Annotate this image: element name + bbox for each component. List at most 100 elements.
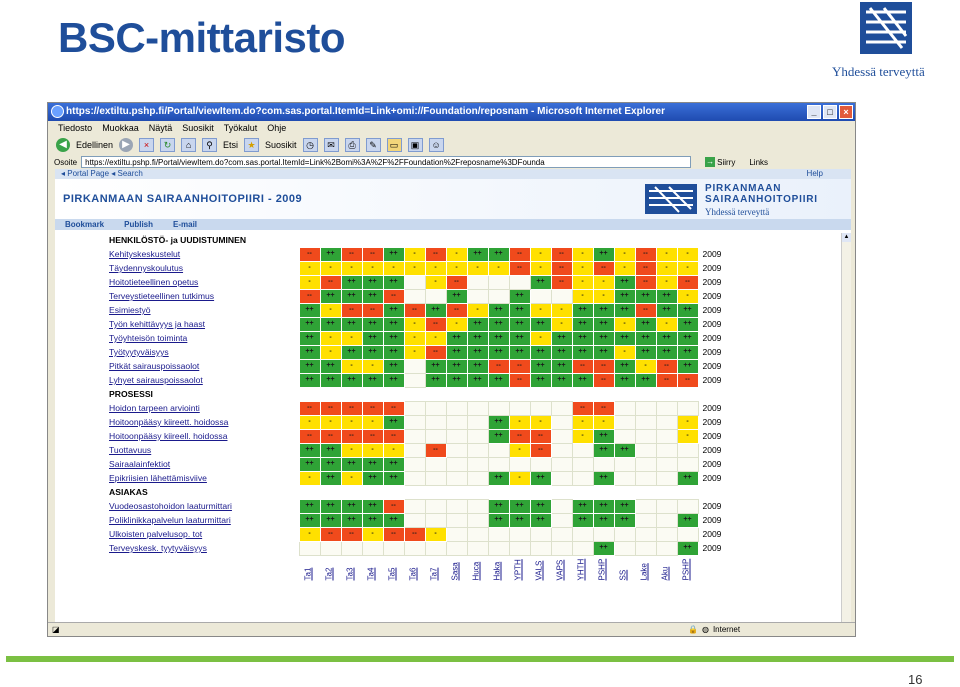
status-cell[interactable]: ++ — [320, 247, 341, 261]
status-cell[interactable] — [404, 289, 425, 303]
status-cell[interactable]: ++ — [593, 247, 614, 261]
status-cell[interactable] — [446, 499, 467, 513]
status-cell[interactable]: -- — [383, 527, 404, 541]
portal-tab-links[interactable]: ◂ Portal Page ◂ Search — [61, 169, 143, 178]
status-cell[interactable]: - — [425, 261, 446, 275]
status-cell[interactable]: ++ — [593, 499, 614, 513]
status-cell[interactable]: ++ — [383, 317, 404, 331]
status-cell[interactable] — [404, 541, 425, 555]
status-cell[interactable] — [656, 541, 677, 555]
status-cell[interactable] — [614, 471, 635, 485]
status-cell[interactable] — [488, 401, 509, 415]
status-cell[interactable]: ++ — [614, 289, 635, 303]
print-icon[interactable]: ⎙ — [345, 138, 360, 152]
back-icon[interactable]: ◀ — [56, 138, 70, 152]
status-cell[interactable] — [425, 429, 446, 443]
status-cell[interactable]: -- — [635, 247, 656, 261]
status-cell[interactable] — [677, 499, 698, 513]
status-cell[interactable]: ++ — [551, 345, 572, 359]
status-cell[interactable]: ++ — [320, 457, 341, 471]
status-cell[interactable]: - — [530, 303, 551, 317]
status-cell[interactable] — [404, 457, 425, 471]
status-cell[interactable]: ++ — [341, 457, 362, 471]
status-cell[interactable]: - — [572, 275, 593, 289]
status-cell[interactable]: - — [446, 261, 467, 275]
status-cell[interactable]: ++ — [593, 541, 614, 555]
column-header[interactable]: Haka — [488, 555, 509, 580]
status-cell[interactable] — [656, 457, 677, 471]
status-cell[interactable]: ++ — [551, 373, 572, 387]
status-cell[interactable]: - — [614, 261, 635, 275]
status-cell[interactable] — [530, 527, 551, 541]
status-cell[interactable] — [488, 443, 509, 457]
status-cell[interactable] — [656, 513, 677, 527]
status-cell[interactable]: ++ — [509, 513, 530, 527]
status-cell[interactable]: ++ — [488, 429, 509, 443]
status-cell[interactable]: ++ — [488, 373, 509, 387]
status-cell[interactable]: ++ — [530, 499, 551, 513]
status-cell[interactable]: - — [341, 415, 362, 429]
status-cell[interactable]: ++ — [383, 275, 404, 289]
status-cell[interactable] — [614, 429, 635, 443]
help-link[interactable]: Help — [807, 169, 823, 179]
forward-icon[interactable]: ▶ — [119, 138, 133, 152]
metric-link[interactable]: Hoitoonpääsy kiireett. hoidossa — [107, 415, 299, 429]
maximize-button[interactable]: □ — [823, 105, 837, 119]
status-cell[interactable]: ++ — [635, 317, 656, 331]
status-cell[interactable]: ++ — [341, 499, 362, 513]
status-cell[interactable]: -- — [530, 443, 551, 457]
status-cell[interactable] — [551, 513, 572, 527]
status-cell[interactable] — [425, 457, 446, 471]
column-header[interactable]: Lake — [635, 555, 656, 580]
status-cell[interactable] — [467, 443, 488, 457]
status-cell[interactable]: -- — [446, 275, 467, 289]
menu-help[interactable]: Ohje — [267, 121, 286, 135]
status-cell[interactable]: - — [362, 261, 383, 275]
metric-link[interactable]: Hoitotieteellinen opetus — [107, 275, 299, 289]
status-cell[interactable] — [635, 541, 656, 555]
status-cell[interactable]: - — [425, 275, 446, 289]
metric-link[interactable]: Poliklinikkapalvelun laaturmittari — [107, 513, 299, 527]
status-cell[interactable]: ++ — [572, 345, 593, 359]
status-cell[interactable]: ++ — [299, 331, 320, 345]
status-cell[interactable]: ++ — [467, 345, 488, 359]
status-cell[interactable]: - — [341, 359, 362, 373]
status-cell[interactable] — [551, 429, 572, 443]
status-cell[interactable]: - — [593, 275, 614, 289]
metric-link[interactable]: Vuodeosastohoidon laaturmittari — [107, 499, 299, 513]
search-button[interactable]: Etsi — [223, 140, 238, 150]
status-cell[interactable] — [488, 457, 509, 471]
status-cell[interactable]: -- — [341, 401, 362, 415]
status-cell[interactable] — [404, 513, 425, 527]
status-cell[interactable]: - — [320, 345, 341, 359]
status-cell[interactable]: ++ — [614, 373, 635, 387]
status-cell[interactable]: ++ — [362, 457, 383, 471]
status-cell[interactable]: ++ — [362, 499, 383, 513]
status-cell[interactable]: - — [341, 471, 362, 485]
status-cell[interactable]: - — [530, 415, 551, 429]
menu-edit[interactable]: Muokkaa — [102, 121, 139, 135]
status-cell[interactable] — [425, 499, 446, 513]
status-cell[interactable]: ++ — [299, 373, 320, 387]
status-cell[interactable]: - — [362, 415, 383, 429]
status-cell[interactable]: - — [299, 275, 320, 289]
status-cell[interactable]: ++ — [677, 317, 698, 331]
status-cell[interactable]: ++ — [362, 289, 383, 303]
status-cell[interactable]: - — [362, 359, 383, 373]
metric-link[interactable]: Terveyskesk. tyytyväisyys — [107, 541, 299, 555]
status-cell[interactable]: ++ — [488, 471, 509, 485]
status-cell[interactable]: -- — [572, 401, 593, 415]
bookmark-link[interactable]: Bookmark — [65, 219, 104, 230]
status-cell[interactable]: -- — [362, 429, 383, 443]
status-cell[interactable]: ++ — [488, 415, 509, 429]
status-cell[interactable]: ++ — [614, 443, 635, 457]
status-cell[interactable]: - — [572, 261, 593, 275]
status-cell[interactable]: - — [488, 261, 509, 275]
edit-icon[interactable]: ✎ — [366, 138, 381, 152]
metric-link[interactable]: Pitkät sairauspoissaolot — [107, 359, 299, 373]
status-cell[interactable] — [467, 471, 488, 485]
status-cell[interactable]: ++ — [677, 331, 698, 345]
status-cell[interactable] — [488, 275, 509, 289]
status-cell[interactable] — [320, 541, 341, 555]
status-cell[interactable] — [509, 541, 530, 555]
